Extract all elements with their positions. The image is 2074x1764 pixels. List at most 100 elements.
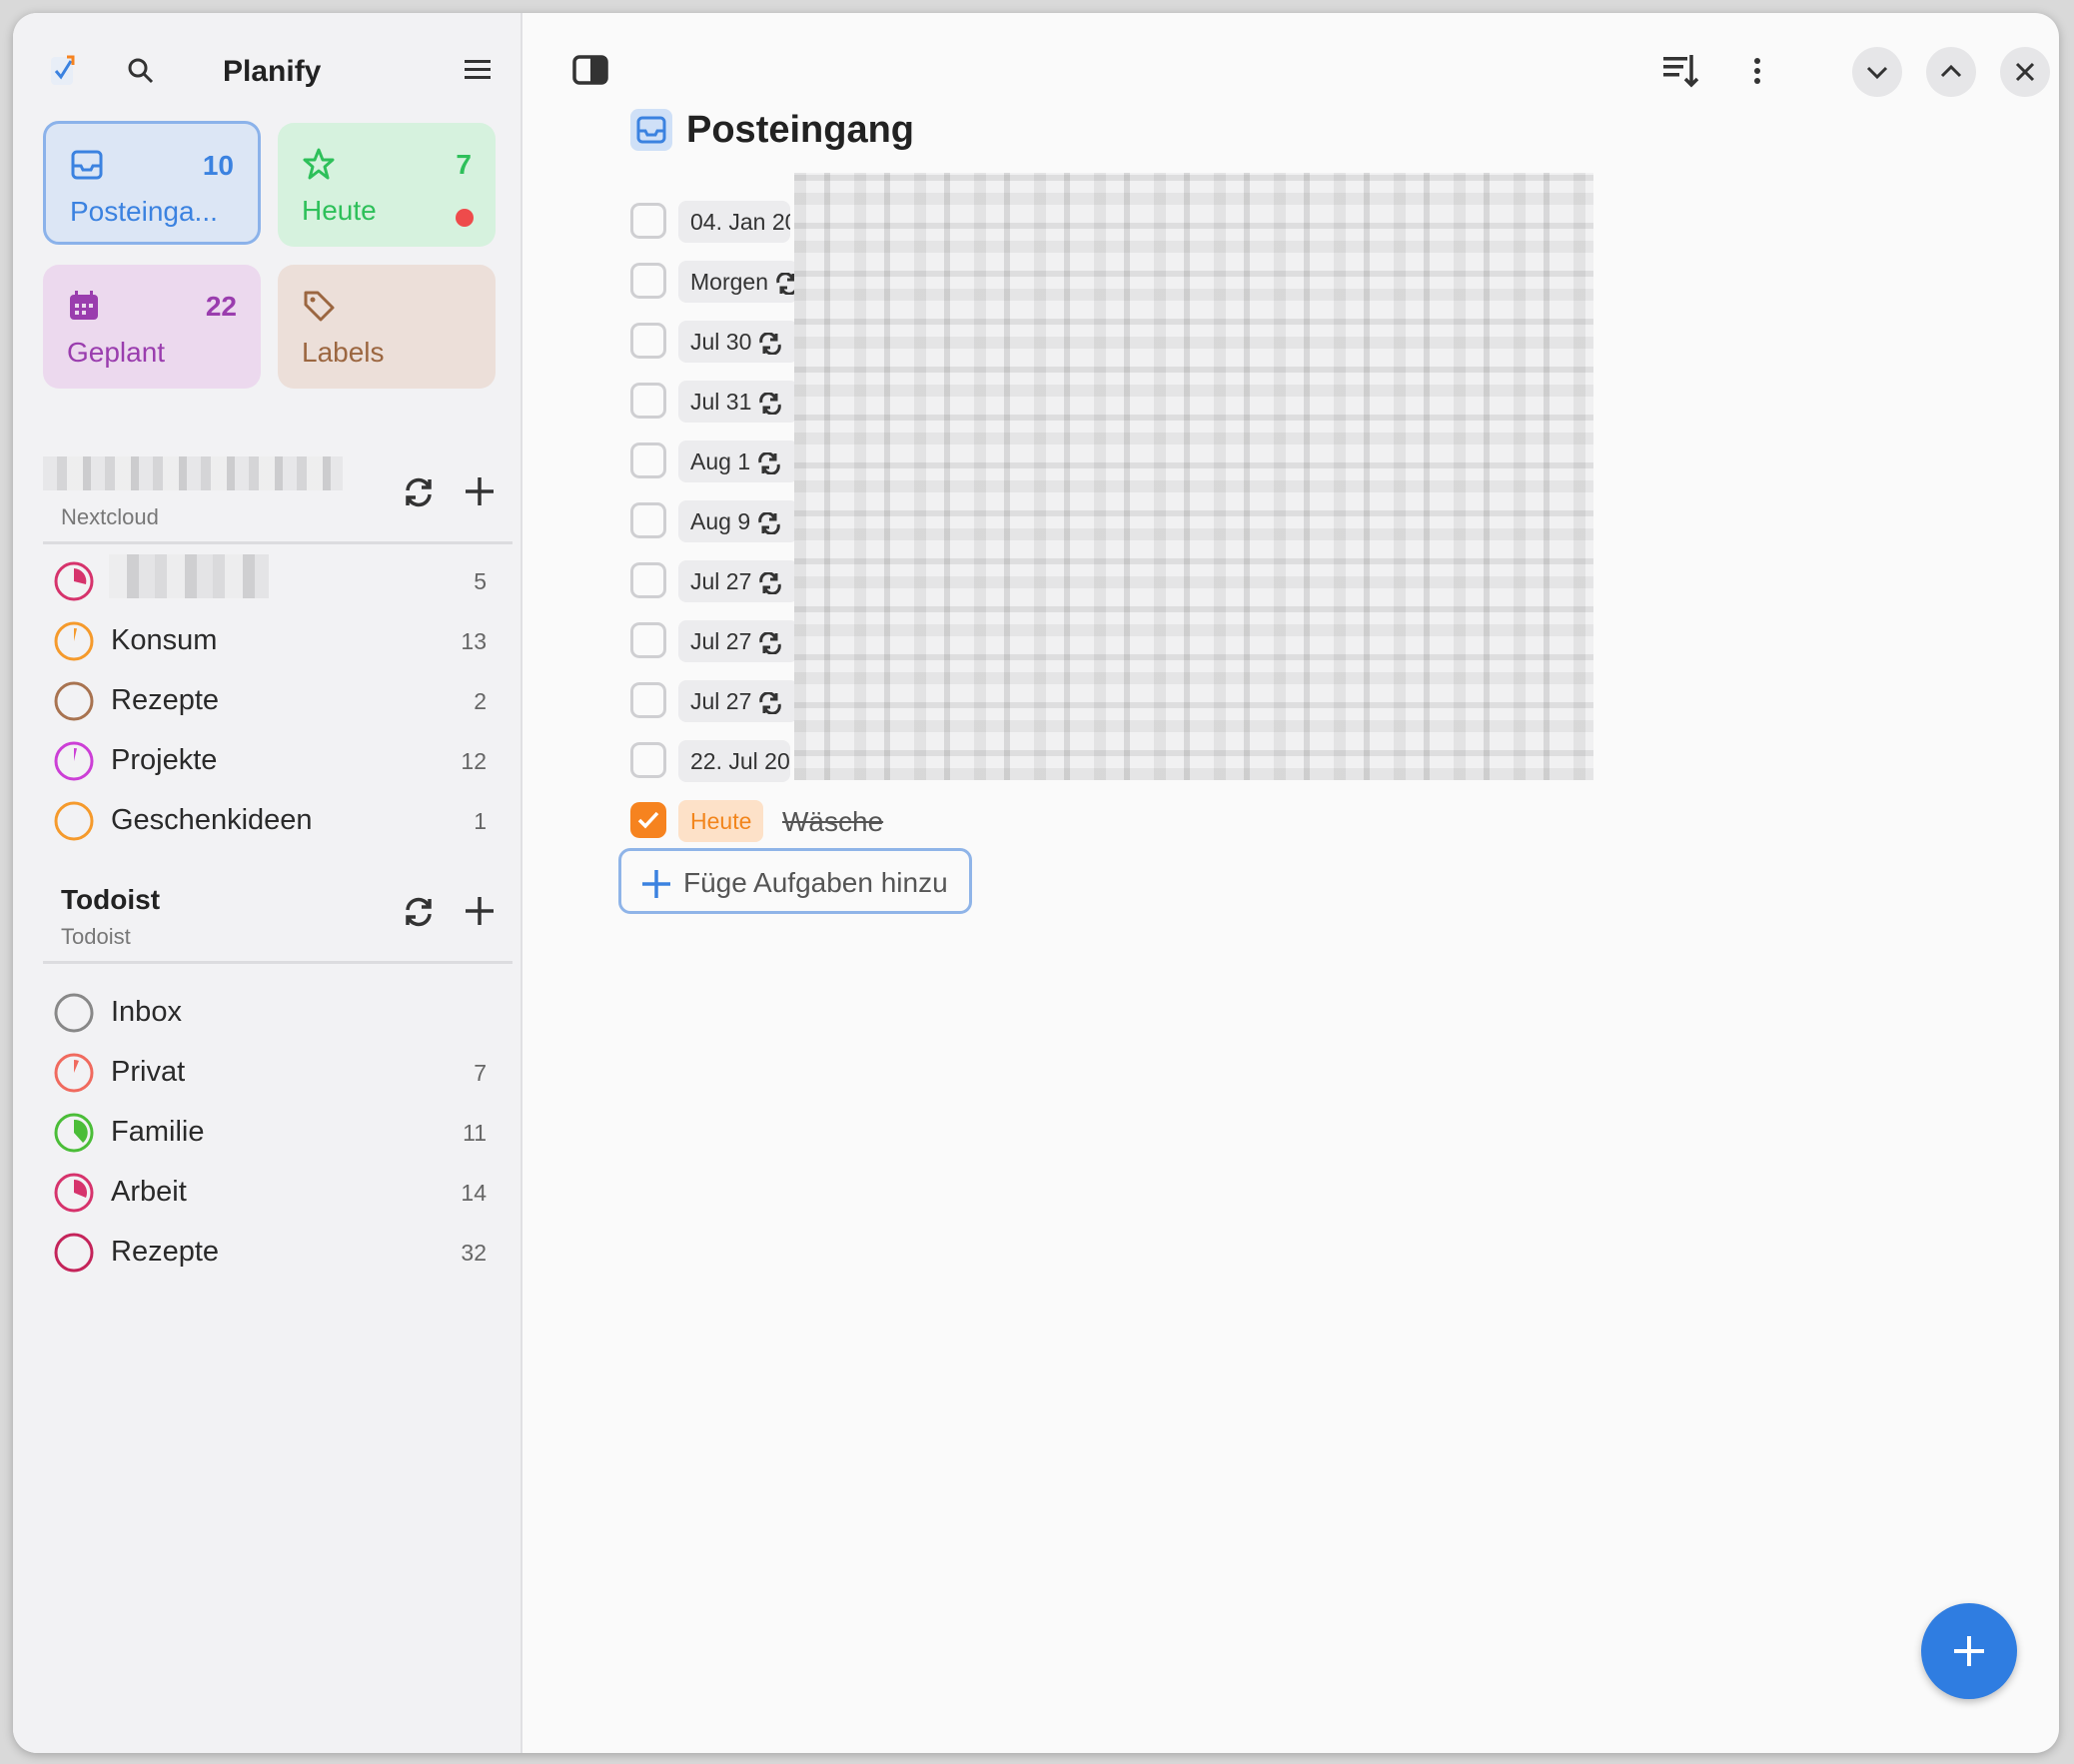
project-name: Konsum [111, 624, 218, 656]
task-checkbox[interactable] [630, 442, 666, 478]
task-due-chip[interactable]: Jul 30 [678, 321, 798, 363]
tile-scheduled[interactable]: 22 Geplant [43, 265, 261, 389]
plus-icon [1954, 1636, 1984, 1666]
project-progress-icon [54, 621, 94, 661]
project-count: 1 [474, 808, 487, 834]
repeat-icon [758, 511, 780, 534]
project-name: Familie [111, 1116, 205, 1148]
project-item-inbox[interactable]: Inbox [43, 982, 513, 1042]
new-task-fab[interactable] [1921, 1603, 2017, 1699]
project-item-projekte[interactable]: Projekte 12 [43, 730, 513, 790]
project-name: Arbeit [111, 1176, 187, 1208]
inbox-title-icon [630, 109, 672, 151]
minimize-button[interactable] [1852, 47, 1902, 97]
search-icon[interactable] [125, 55, 157, 87]
project-count: 12 [461, 748, 487, 774]
project-progress-icon [54, 681, 94, 721]
project-progress-icon [54, 561, 94, 601]
task-due-date: Jul 27 [690, 568, 752, 594]
project-item[interactable]: 5 [43, 550, 513, 610]
task-item-completed[interactable]: Heute Wäsche [630, 796, 1530, 846]
source-subtitle: Nextcloud [61, 504, 159, 529]
sort-icon[interactable] [1657, 47, 1705, 95]
redacted-source-name [43, 456, 343, 490]
project-name: Geschenkideen [111, 804, 313, 836]
page-title: Posteingang [686, 109, 915, 151]
task-checkbox[interactable] [630, 323, 666, 359]
add-task-button[interactable]: Füge Aufgaben hinzu [618, 848, 972, 914]
close-button[interactable] [2000, 47, 2050, 97]
task-checkbox[interactable] [630, 802, 666, 838]
chevron-up-icon [1940, 64, 1962, 78]
project-count: 13 [461, 628, 487, 654]
task-due-chip[interactable]: Heute [678, 800, 764, 842]
tile-labels[interactable]: Labels [278, 265, 496, 389]
maximize-button[interactable] [1926, 47, 1976, 97]
project-item-privat[interactable]: Privat 7 [43, 1042, 513, 1102]
add-project-icon[interactable] [463, 894, 497, 928]
repeat-icon [759, 392, 782, 415]
add-project-icon[interactable] [463, 474, 497, 508]
overdue-dot [456, 209, 474, 227]
task-checkbox[interactable] [630, 263, 666, 299]
chevron-down-icon [1866, 66, 1888, 80]
task-due-chip[interactable]: Morgen [678, 261, 798, 303]
source-header-todoist: Todoist Todoist [43, 884, 513, 964]
task-due-chip[interactable]: Aug 1 [678, 441, 798, 482]
app-title: Planify [223, 55, 322, 88]
tile-inbox-label: Posteinga... [70, 196, 218, 227]
task-due-date: Jul 27 [690, 688, 752, 714]
source-subtitle: Todoist [61, 924, 131, 949]
tile-inbox[interactable]: 10 Posteinga... [43, 121, 261, 245]
task-due-date: Jul 27 [690, 628, 752, 654]
project-item-konsum[interactable]: Konsum 13 [43, 610, 513, 670]
task-due-chip[interactable]: Jul 27 [678, 620, 798, 662]
task-due-chip[interactable]: Jul 31 [678, 381, 798, 423]
app-window: Planify 10 Posteinga... 7 Heute 22 Gepla… [13, 13, 2059, 1753]
task-checkbox[interactable] [630, 742, 666, 778]
hamburger-menu-icon[interactable] [463, 55, 493, 85]
task-due-chip[interactable]: Jul 27 [678, 560, 798, 602]
project-item-arbeit[interactable]: Arbeit 14 [43, 1162, 513, 1222]
task-checkbox[interactable] [630, 502, 666, 538]
sync-icon[interactable] [401, 894, 437, 930]
repeat-icon [758, 451, 780, 474]
project-count: 32 [461, 1240, 487, 1266]
project-progress-icon [54, 1113, 94, 1153]
task-checkbox[interactable] [630, 562, 666, 598]
project-name: Rezepte [111, 684, 220, 716]
task-checkbox[interactable] [630, 682, 666, 718]
tile-scheduled-label: Geplant [67, 337, 166, 368]
project-item-familie[interactable]: Familie 11 [43, 1102, 513, 1162]
more-options-icon[interactable] [1733, 47, 1781, 95]
task-due-date: 04. Jan 20 [690, 209, 790, 235]
task-due-chip[interactable]: 22. Jul 202 [678, 740, 790, 782]
project-item-geschenkideen[interactable]: Geschenkideen 1 [43, 790, 513, 850]
task-due-chip[interactable]: 04. Jan 20 [678, 201, 790, 243]
toggle-sidebar-icon[interactable] [566, 47, 614, 95]
repeat-icon [759, 631, 782, 654]
plus-icon [642, 870, 670, 898]
task-due-date: 22. Jul 202 [690, 748, 790, 774]
sidebar-header: Planify [13, 13, 522, 105]
project-count: 5 [474, 568, 487, 594]
task-due-chip[interactable]: Jul 27 [678, 680, 798, 722]
tile-today-count: 7 [456, 149, 472, 180]
task-due-chip[interactable]: Aug 9 [678, 500, 798, 542]
task-checkbox[interactable] [630, 203, 666, 239]
task-title[interactable]: Wäsche [782, 806, 883, 838]
tile-today[interactable]: 7 Heute [278, 123, 496, 247]
sync-icon[interactable] [401, 474, 437, 510]
source-header-nextcloud: Nextcloud [43, 456, 513, 544]
project-item-rezepte[interactable]: Rezepte 2 [43, 670, 513, 730]
project-item-rezepte-todoist[interactable]: Rezepte 32 [43, 1222, 513, 1282]
repeat-icon [759, 691, 782, 714]
project-name: Inbox [111, 996, 182, 1028]
task-due-date: Morgen [690, 269, 768, 295]
task-checkbox[interactable] [630, 622, 666, 658]
sidebar: Planify 10 Posteinga... 7 Heute 22 Gepla… [13, 13, 522, 1753]
project-progress-icon [54, 741, 94, 781]
task-due-date: Jul 31 [690, 389, 752, 415]
project-name: Projekte [111, 744, 218, 776]
task-checkbox[interactable] [630, 383, 666, 419]
